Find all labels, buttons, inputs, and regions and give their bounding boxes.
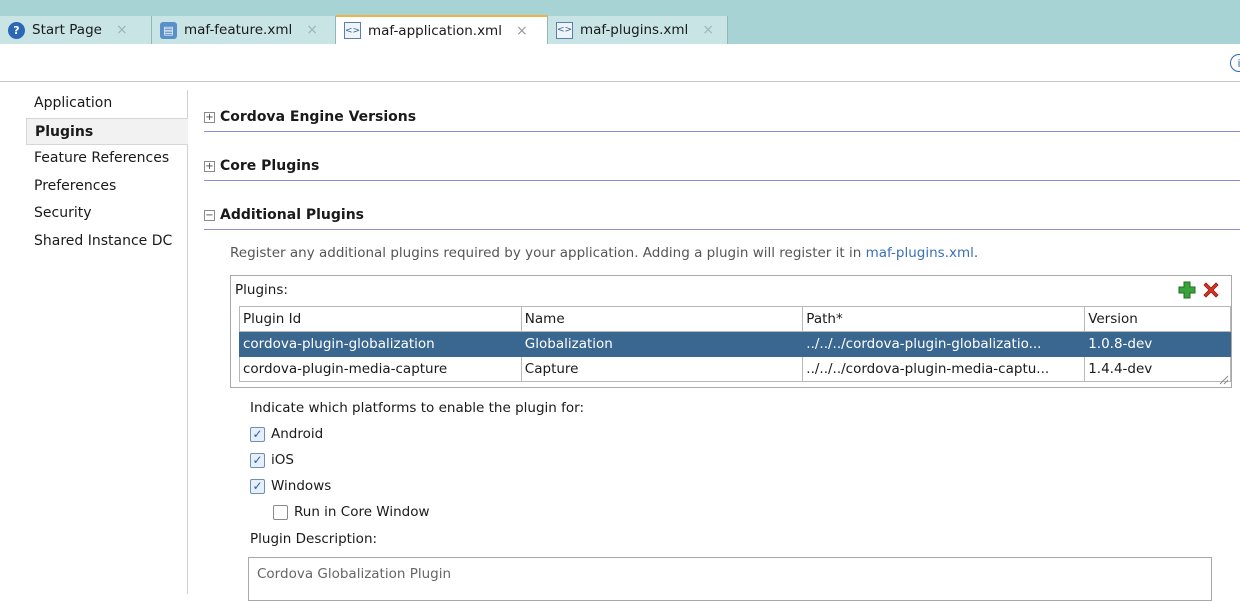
ios-checkbox[interactable]: ✓ [250,452,265,468]
nav-item-shared-instance-dc[interactable]: Shared Instance DC [26,228,187,256]
windows-checkbox-row[interactable]: ✓ Windows [250,476,331,496]
help-icon: ? [8,21,25,39]
nav-item-application[interactable]: Application [26,90,187,118]
column-header-name[interactable]: Name [520,306,804,332]
nav-item-security[interactable]: Security [26,200,187,228]
additional-plugins-description: Register any additional plugins required… [230,245,978,261]
windows-checkbox[interactable]: ✓ [250,478,265,494]
core-window-checkbox-row[interactable]: Run in Core Window [273,502,430,522]
table-header-row: Plugin Id Name Path* Version [239,306,1231,332]
table-row[interactable]: cordova-plugin-globalization Globalizati… [239,331,1231,357]
plugins-table: Plugin Id Name Path* Version cordova-plu… [239,306,1231,382]
section-title[interactable]: Additional Plugins [220,207,364,223]
tab-label: Start Page [32,22,102,38]
plugins-table-panel: Plugins: Plugin Id Name Path* Version co… [230,275,1232,388]
cell-version[interactable]: 1.0.8-dev [1084,331,1231,357]
expand-icon[interactable]: + [204,161,215,172]
tab-maf-feature[interactable]: ▤ maf-feature.xml × [152,16,336,44]
feature-file-icon: ▤ [160,21,177,39]
column-header-path[interactable]: Path* [802,306,1086,332]
description-end: . [973,245,979,261]
android-checkbox-row[interactable]: ✓ Android [250,424,323,444]
ios-checkbox-row[interactable]: ✓ iOS [250,450,294,470]
ios-label: iOS [271,452,294,468]
overview-nav: Application Plugins Feature References P… [26,90,188,594]
section-cordova-engine-versions: + Cordova Engine Versions [204,106,1240,132]
nav-item-plugins[interactable]: Plugins [26,117,188,145]
cell-path[interactable]: ../../../cordova-plugin-media-captu... [802,356,1086,382]
expand-icon[interactable]: + [204,112,215,123]
section-core-plugins: + Core Plugins [204,155,1240,181]
cell-plugin-id[interactable]: cordova-plugin-globalization [239,331,522,357]
cell-plugin-id[interactable]: cordova-plugin-media-capture [239,356,522,382]
xml-file-icon: <> [556,21,573,39]
close-icon[interactable]: × [306,22,318,38]
section-title[interactable]: Cordova Engine Versions [220,109,416,125]
cell-version[interactable]: 1.4.4-dev [1084,356,1231,382]
close-icon[interactable]: × [516,23,528,39]
tab-maf-application[interactable]: <> maf-application.xml × [336,15,548,44]
add-plugin-icon[interactable] [1177,280,1197,300]
tab-maf-plugins[interactable]: <> maf-plugins.xml × [548,16,728,44]
nav-item-preferences[interactable]: Preferences [26,173,187,201]
platforms-prompt: Indicate which platforms to enable the p… [250,400,585,416]
close-icon[interactable]: × [116,22,128,38]
resize-grip-icon[interactable] [1217,373,1229,385]
cell-name[interactable]: Globalization [520,331,804,357]
tab-start-page[interactable]: ? Start Page × [0,16,152,44]
cell-path[interactable]: ../../../cordova-plugin-globalizatio... [802,331,1086,357]
tab-label: maf-application.xml [368,22,502,39]
nav-item-feature-references[interactable]: Feature References [26,145,187,173]
maf-plugins-link[interactable]: maf-plugins.xml [866,245,974,261]
editor-toolbar: i [0,44,1240,82]
cell-name[interactable]: Capture [520,356,804,382]
delete-plugin-icon[interactable] [1201,280,1221,300]
table-row[interactable]: cordova-plugin-media-capture Capture ../… [239,356,1231,382]
tab-label: maf-feature.xml [184,22,293,38]
plugin-description-field[interactable]: Cordova Globalization Plugin [248,557,1212,601]
android-checkbox[interactable]: ✓ [250,426,265,442]
editor-tab-bar: ? Start Page × ▤ maf-feature.xml × <> ma… [0,0,1240,44]
close-icon[interactable]: × [702,22,714,38]
plugin-description-label: Plugin Description: [250,531,378,547]
description-text: Register any additional plugins required… [230,245,866,261]
column-header-version[interactable]: Version [1084,306,1231,332]
tab-label: maf-plugins.xml [580,22,689,38]
core-window-checkbox[interactable] [273,504,288,520]
plugins-label: Plugins: [235,282,288,298]
core-window-label: Run in Core Window [294,504,430,520]
xml-file-icon: <> [344,22,361,39]
column-header-plugin-id[interactable]: Plugin Id [239,306,522,332]
section-additional-plugins: − Additional Plugins [204,204,1240,230]
windows-label: Windows [271,478,332,494]
section-title[interactable]: Core Plugins [220,158,319,174]
android-label: Android [271,426,324,442]
help-icon[interactable]: i [1230,54,1240,72]
collapse-icon[interactable]: − [204,210,215,221]
